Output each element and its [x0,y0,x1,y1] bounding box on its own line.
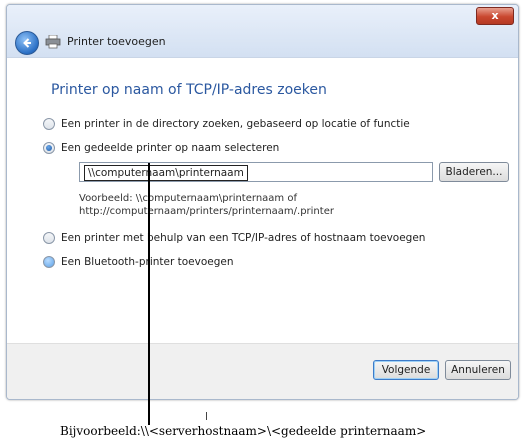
example-line-2: http://computernaam/printers/printernaam… [79,206,334,217]
option-search-directory[interactable]: Een printer in de directory zoeken, geba… [43,118,410,130]
dialog-title: Printer toevoegen [67,35,166,48]
option-shared-printer-by-name[interactable]: Een gedeelde printer op naam selecteren [43,142,279,154]
callout-line [148,163,150,425]
example-text: Voorbeeld: \\computernaam\printernaam of… [79,192,334,218]
option-tcpip[interactable]: Een printer met behulp van een TCP/IP-ad… [43,232,425,244]
close-button[interactable]: x [476,7,514,25]
radio-search-directory[interactable] [43,118,55,130]
browse-button[interactable]: Bladeren... [439,162,509,182]
annotation-caption: Bijvoorbeeld:\\<serverhostnaam>\<gedeeld… [60,424,427,438]
tick-mark [206,412,207,420]
page-heading: Printer op naam of TCP/IP-adres zoeken [51,82,327,98]
dialog-footer: Volgende Annuleren [7,343,518,399]
back-arrow-icon [23,38,31,48]
option-label: Een printer met behulp van een TCP/IP-ad… [61,232,426,244]
title-bar: x Printer toevoegen [7,5,518,58]
example-line-1: Voorbeeld: \\computernaam\printernaam of [79,193,297,204]
option-bluetooth[interactable]: Een Bluetooth-printer toevoegen [43,256,234,268]
option-label: Een gedeelde printer op naam selecteren [61,142,280,154]
radio-bluetooth[interactable] [43,256,55,268]
add-printer-dialog: x Printer toevoegen Printer op naam of T… [6,4,519,400]
printer-name-value: \\computernaam\printernaam [84,165,248,181]
next-button[interactable]: Volgende [373,360,439,380]
printer-icon [45,35,61,49]
option-label: Een printer in de directory zoeken, geba… [61,118,410,130]
back-button[interactable] [15,31,39,55]
cancel-button[interactable]: Annuleren [445,360,511,380]
printer-name-input[interactable]: \\computernaam\printernaam [79,162,433,182]
dialog-content: Printer op naam of TCP/IP-adres zoeken E… [7,58,518,343]
radio-shared-printer[interactable] [43,142,55,154]
radio-tcpip[interactable] [43,232,55,244]
